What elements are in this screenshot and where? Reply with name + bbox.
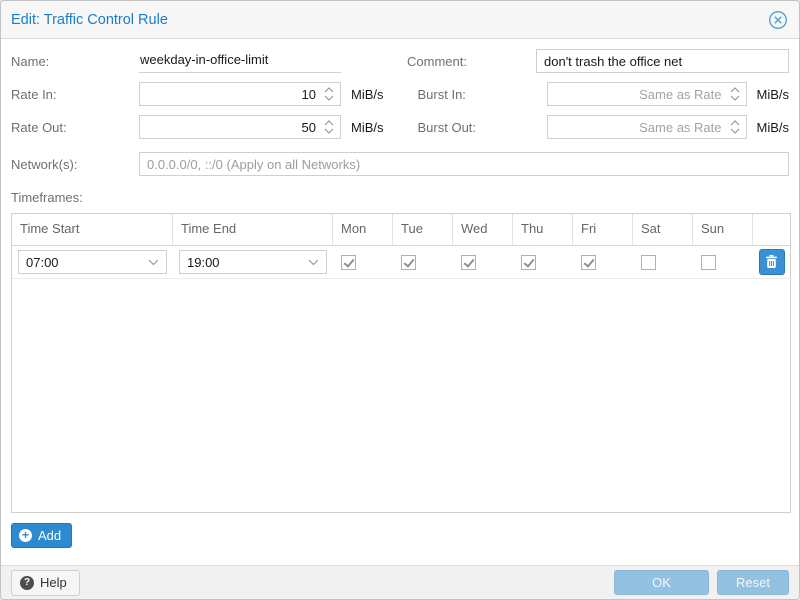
- time-start-combobox[interactable]: 07:00: [18, 250, 167, 274]
- chevron-down-icon: [324, 128, 334, 134]
- column-header-wed[interactable]: Wed: [453, 214, 513, 245]
- column-header-mon[interactable]: Mon: [333, 214, 393, 245]
- mon-cell: [333, 246, 393, 278]
- reset-button[interactable]: Reset: [717, 570, 789, 595]
- close-icon: [768, 10, 788, 30]
- row-rate-out-burst-out: Rate Out: 50 MiB/s Burst Out: Same as Ra…: [11, 115, 789, 139]
- rate-out-label: Rate Out:: [11, 120, 139, 135]
- time-start-value: 07:00: [19, 255, 148, 270]
- edit-traffic-control-rule-dialog: Edit: Traffic Control Rule Name: weekday…: [0, 0, 800, 600]
- column-header-time-end[interactable]: Time End: [173, 214, 333, 245]
- chevron-down-icon: [730, 95, 740, 101]
- fri-checkbox[interactable]: [581, 255, 596, 270]
- trash-icon: [765, 255, 778, 269]
- chevron-down-icon: [730, 128, 740, 134]
- row-networks: Network(s):: [11, 152, 789, 176]
- chevron-up-icon: [324, 120, 334, 126]
- burst-out-unit: MiB/s: [757, 120, 790, 135]
- add-button-label: Add: [38, 528, 61, 543]
- dialog-body: Name: weekday-in-office-limit Comment: R…: [1, 39, 799, 565]
- burst-in-label: Burst In:: [418, 87, 547, 102]
- close-button[interactable]: [767, 9, 789, 31]
- row-name-comment: Name: weekday-in-office-limit Comment:: [11, 49, 789, 73]
- ok-button[interactable]: OK: [614, 570, 709, 595]
- name-label: Name:: [11, 54, 139, 69]
- chevron-down-icon: [324, 95, 334, 101]
- comment-field-group: Comment:: [407, 49, 789, 73]
- column-header-thu[interactable]: Thu: [513, 214, 573, 245]
- thu-checkbox[interactable]: [521, 255, 536, 270]
- sat-cell: [633, 246, 693, 278]
- rate-in-field-group: Rate In: 10 MiB/s: [11, 82, 400, 106]
- rate-in-value: 10: [140, 87, 324, 102]
- networks-input[interactable]: [139, 152, 789, 176]
- burst-out-field-group: Burst Out: Same as Rate MiB/s: [418, 115, 790, 139]
- sat-checkbox[interactable]: [641, 255, 656, 270]
- help-button[interactable]: ? Help: [11, 570, 80, 596]
- timeframes-grid: Time Start Time End Mon Tue Wed Thu Fri …: [11, 213, 791, 513]
- burst-out-spin-buttons[interactable]: [730, 120, 746, 134]
- rate-out-unit: MiB/s: [351, 120, 384, 135]
- chevron-up-icon: [730, 87, 740, 93]
- grid-empty-area: [12, 279, 790, 512]
- time-end-value: 19:00: [180, 255, 308, 270]
- burst-out-spinner[interactable]: Same as Rate: [547, 115, 747, 139]
- burst-in-unit: MiB/s: [757, 87, 790, 102]
- burst-out-placeholder: Same as Rate: [548, 120, 730, 135]
- wed-cell: [453, 246, 513, 278]
- comment-label: Comment:: [407, 54, 536, 69]
- chevron-up-icon: [324, 87, 334, 93]
- sun-cell: [693, 246, 753, 278]
- column-header-fri[interactable]: Fri: [573, 214, 633, 245]
- tue-cell: [393, 246, 453, 278]
- column-header-time-start[interactable]: Time Start: [12, 214, 173, 245]
- time-end-cell: 19:00: [173, 246, 333, 278]
- timeframes-label: Timeframes:: [11, 190, 789, 205]
- burst-in-spinner[interactable]: Same as Rate: [547, 82, 747, 106]
- time-start-cell: 07:00: [12, 246, 173, 278]
- tue-checkbox[interactable]: [401, 255, 416, 270]
- dialog-footer: ? Help OK Reset: [1, 565, 799, 599]
- burst-in-field-group: Burst In: Same as Rate MiB/s: [418, 82, 790, 106]
- burst-in-spin-buttons[interactable]: [730, 87, 746, 101]
- chevron-down-icon: [308, 259, 326, 266]
- dialog-title: Edit: Traffic Control Rule: [11, 12, 767, 28]
- chevron-down-icon: [148, 259, 166, 266]
- rate-in-spinner[interactable]: 10: [139, 82, 341, 106]
- rate-in-label: Rate In:: [11, 87, 139, 102]
- dialog-titlebar: Edit: Traffic Control Rule: [1, 1, 799, 39]
- column-header-actions: [753, 214, 790, 245]
- plus-circle-icon: +: [19, 529, 32, 542]
- chevron-up-icon: [730, 120, 740, 126]
- rate-out-spinner[interactable]: 50: [139, 115, 341, 139]
- grid-header: Time Start Time End Mon Tue Wed Thu Fri …: [12, 214, 790, 246]
- time-end-combobox[interactable]: 19:00: [179, 250, 327, 274]
- burst-out-label: Burst Out:: [418, 120, 547, 135]
- wed-checkbox[interactable]: [461, 255, 476, 270]
- burst-in-placeholder: Same as Rate: [548, 87, 730, 102]
- timeframe-row: 07:00 19:00: [12, 246, 790, 279]
- question-circle-icon: ?: [20, 576, 34, 590]
- comment-input[interactable]: [536, 49, 789, 73]
- mon-checkbox[interactable]: [341, 255, 356, 270]
- rate-out-value: 50: [140, 120, 324, 135]
- name-field-group: Name: weekday-in-office-limit: [11, 49, 389, 73]
- row-actions-cell: [753, 246, 790, 278]
- name-value: weekday-in-office-limit: [139, 49, 341, 73]
- rate-in-spin-buttons[interactable]: [324, 87, 340, 101]
- rate-out-field-group: Rate Out: 50 MiB/s: [11, 115, 400, 139]
- thu-cell: [513, 246, 573, 278]
- column-header-sat[interactable]: Sat: [633, 214, 693, 245]
- add-button[interactable]: + Add: [11, 523, 72, 548]
- column-header-sun[interactable]: Sun: [693, 214, 753, 245]
- delete-row-button[interactable]: [759, 249, 785, 275]
- fri-cell: [573, 246, 633, 278]
- rate-out-spin-buttons[interactable]: [324, 120, 340, 134]
- column-header-tue[interactable]: Tue: [393, 214, 453, 245]
- row-rate-in-burst-in: Rate In: 10 MiB/s Burst In: Same as Rate: [11, 82, 789, 106]
- sun-checkbox[interactable]: [701, 255, 716, 270]
- networks-label: Network(s):: [11, 157, 139, 172]
- rate-in-unit: MiB/s: [351, 87, 384, 102]
- help-button-label: Help: [40, 575, 67, 590]
